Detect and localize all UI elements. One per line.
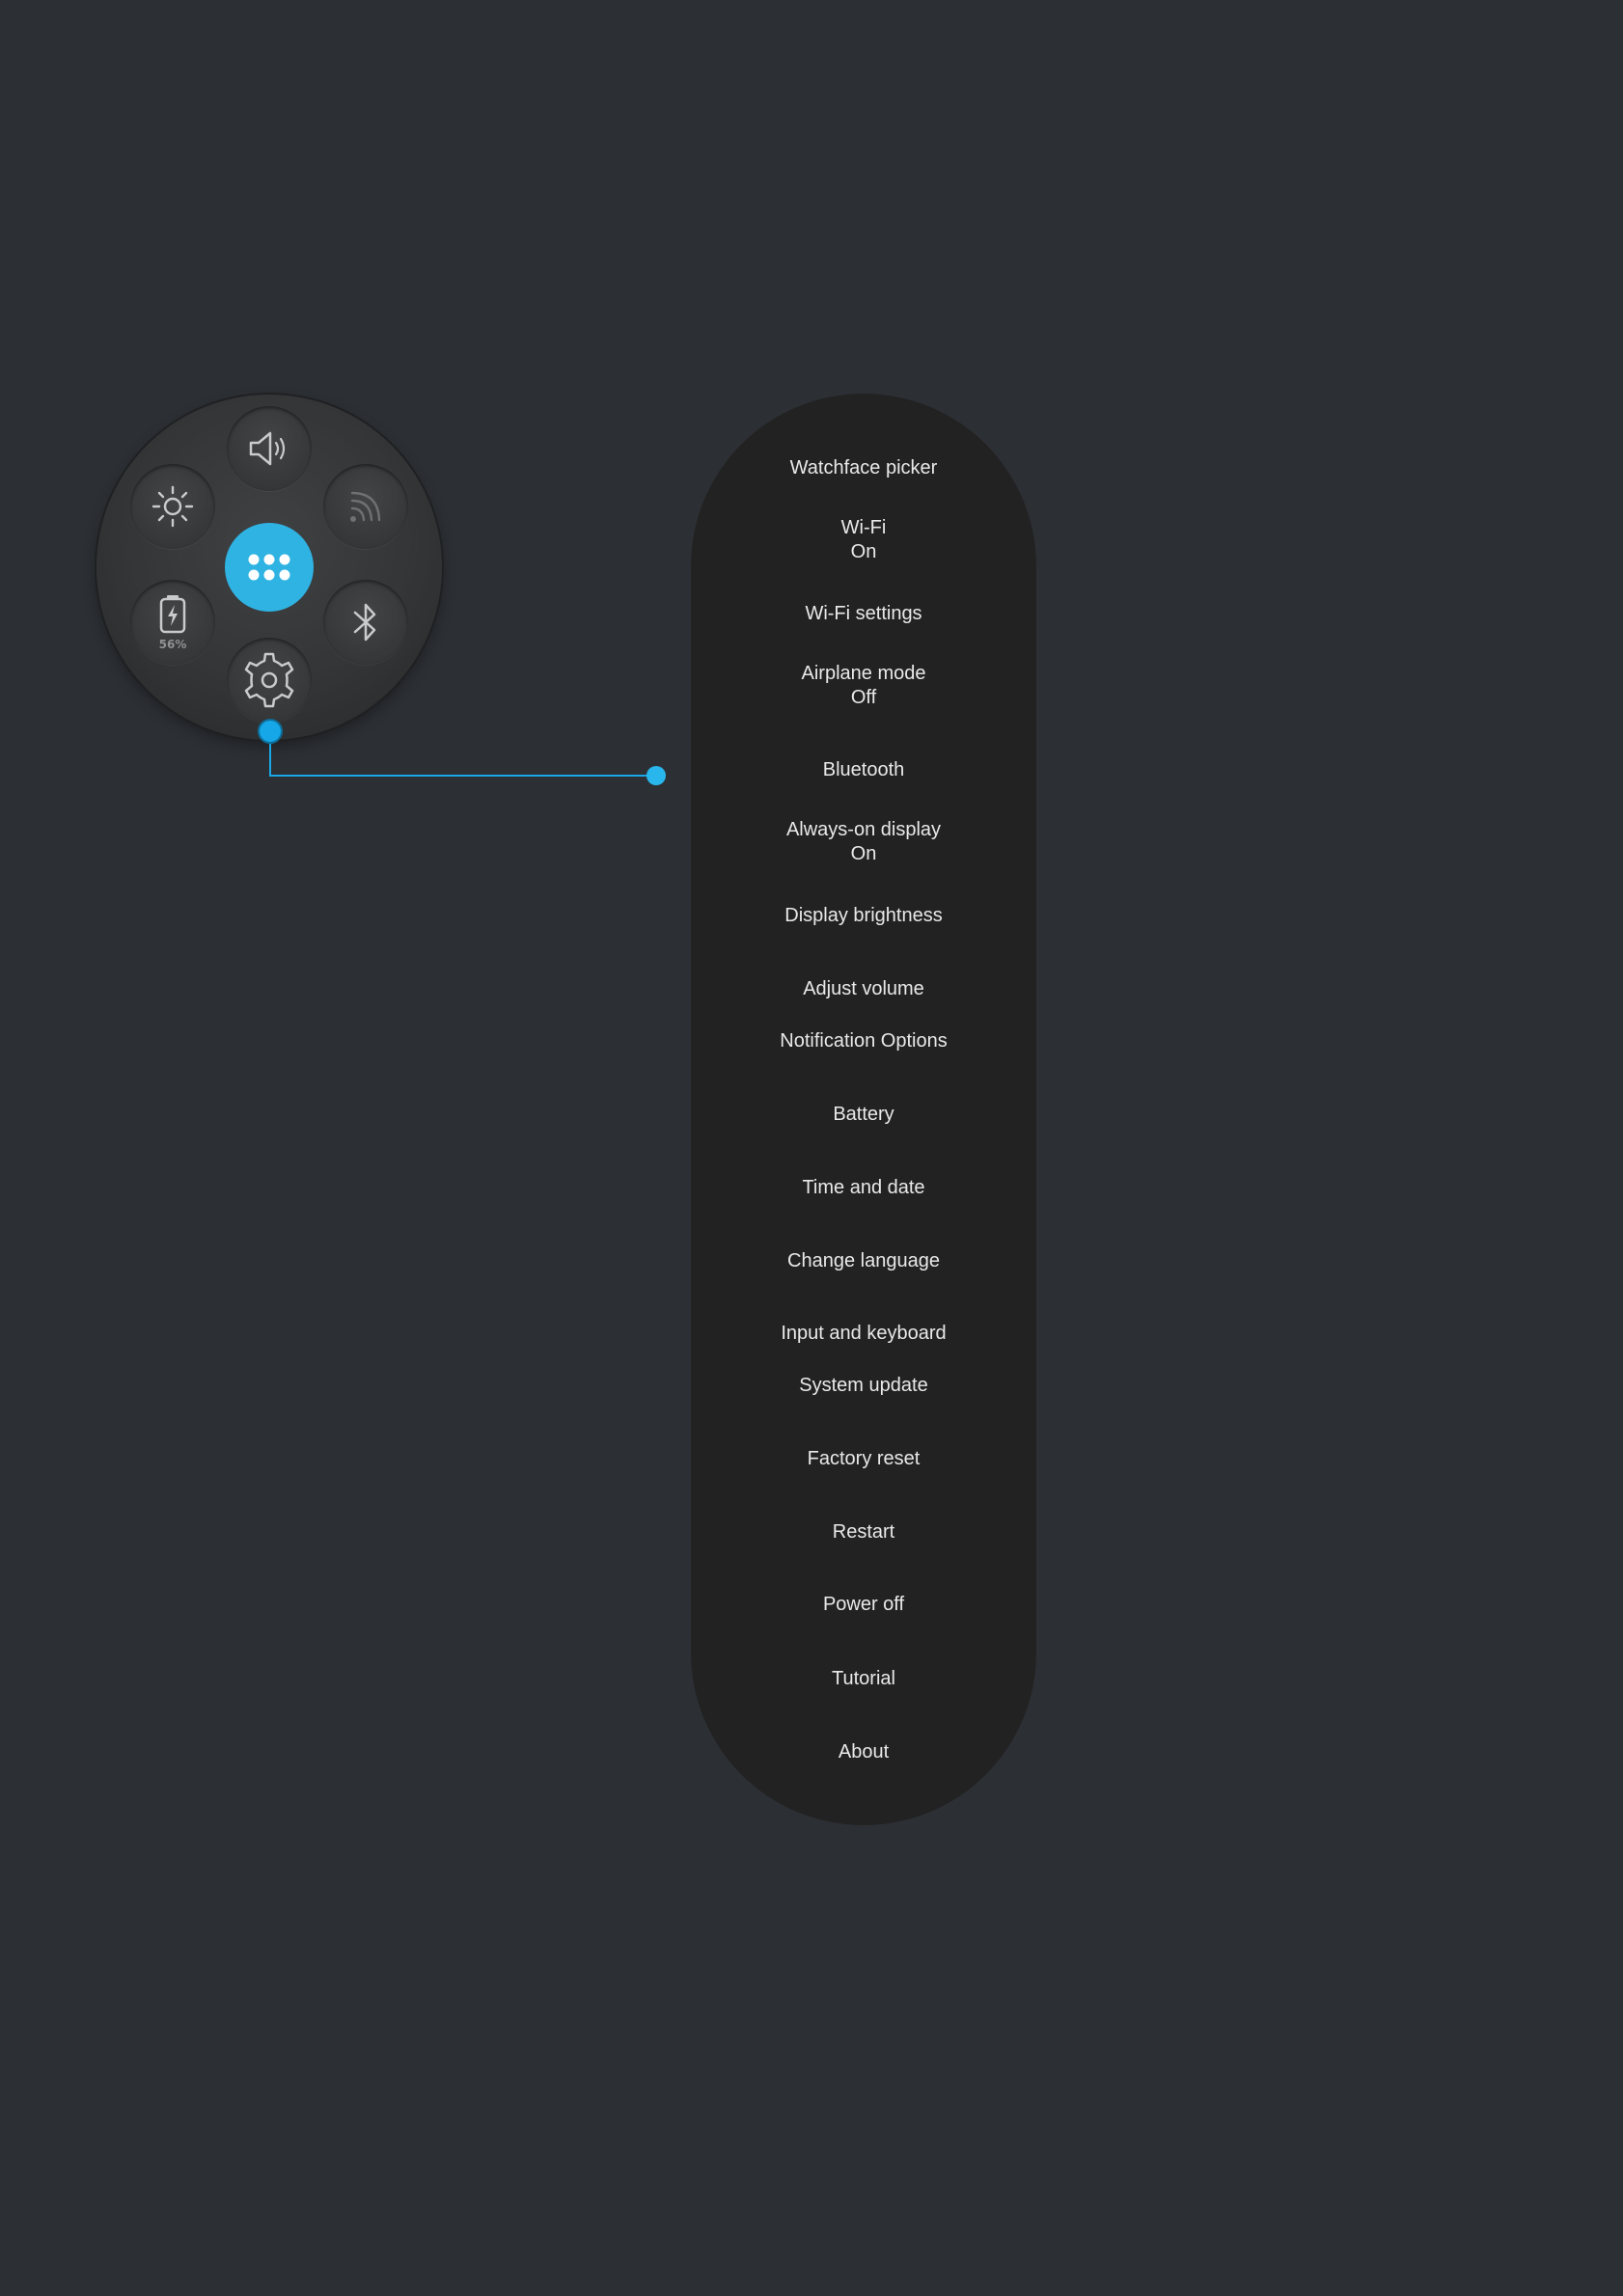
menu-item-label: Watchface picker xyxy=(789,457,938,478)
menu-item-label: Bluetooth xyxy=(822,759,905,780)
apps-button[interactable] xyxy=(225,523,314,612)
battery-button[interactable]: 56% xyxy=(130,580,215,665)
connector-line xyxy=(269,775,655,777)
menu-item-label: Adjust volume xyxy=(803,978,924,999)
menu-item-factory-reset[interactable]: Factory reset xyxy=(691,1447,1036,1471)
settings-icon xyxy=(244,652,294,708)
menu-item-label: Battery xyxy=(833,1104,894,1125)
menu-item-notification-options[interactable]: Notification Options xyxy=(691,1029,1036,1053)
menu-item-battery[interactable]: Battery xyxy=(691,1103,1036,1127)
menu-item-restart[interactable]: Restart xyxy=(691,1520,1036,1544)
menu-item-label: Time and date xyxy=(802,1177,925,1198)
bluetooth-icon xyxy=(353,603,376,642)
menu-item-adjust-volume[interactable]: Adjust volume xyxy=(691,977,1036,1001)
menu-item-wifi-settings[interactable]: Wi-Fi settings xyxy=(691,602,1036,626)
menu-item-label: Always-on display xyxy=(785,819,942,840)
quick-panel: 56% xyxy=(96,395,442,740)
brightness-icon xyxy=(151,485,194,528)
nfc-icon xyxy=(350,491,381,522)
volume-button[interactable] xyxy=(227,406,312,491)
bluetooth-button[interactable] xyxy=(323,580,408,665)
menu-item-label: Tutorial xyxy=(832,1668,895,1689)
menu-item-label: Restart xyxy=(832,1521,895,1543)
menu-item-system-update[interactable]: System update xyxy=(691,1374,1036,1398)
battery-icon xyxy=(159,595,186,634)
menu-item-time-and-date[interactable]: Time and date xyxy=(691,1176,1036,1200)
menu-item-status: On xyxy=(850,843,877,864)
brightness-button[interactable] xyxy=(130,464,215,549)
menu-item-status: Off xyxy=(850,687,877,708)
menu-item-label: Airplane mode xyxy=(801,663,926,684)
menu-item-tutorial[interactable]: Tutorial xyxy=(691,1667,1036,1691)
menu-item-label: Display brightness xyxy=(784,905,943,926)
menu-item-label: Power off xyxy=(822,1594,905,1615)
menu-item-label: About xyxy=(838,1741,890,1763)
menu-item-label: Wi-Fi xyxy=(840,517,887,538)
menu-item-display-brightness[interactable]: Display brightness xyxy=(691,904,1036,928)
menu-item-about[interactable]: About xyxy=(691,1740,1036,1764)
menu-item-change-language[interactable]: Change language xyxy=(691,1249,1036,1273)
menu-item-label: Change language xyxy=(787,1250,940,1271)
menu-item-label: Factory reset xyxy=(807,1448,921,1469)
menu-item-input-and-keyboard[interactable]: Input and keyboard xyxy=(691,1322,1036,1346)
settings-button[interactable] xyxy=(227,638,312,723)
battery-percent-label: 56% xyxy=(158,638,187,651)
menu-item-always-on-display[interactable]: Always-on display On xyxy=(691,818,1036,866)
nfc-button[interactable] xyxy=(323,464,408,549)
menu-item-power-off[interactable]: Power off xyxy=(691,1593,1036,1617)
menu-item-label: Input and keyboard xyxy=(781,1323,947,1344)
menu-item-bluetooth[interactable]: Bluetooth xyxy=(691,758,1036,782)
menu-item-status: On xyxy=(850,541,877,562)
apps-icon xyxy=(248,554,290,581)
menu-item-airplane-mode[interactable]: Airplane mode Off xyxy=(691,662,1036,710)
menu-item-watchface-picker[interactable]: Watchface picker xyxy=(691,456,1036,480)
settings-menu: Watchface picker Wi-Fi On Wi-Fi settings… xyxy=(691,394,1036,1825)
connector-start-dot xyxy=(258,719,283,744)
menu-item-label: Wi-Fi settings xyxy=(805,603,922,624)
menu-item-label: Notification Options xyxy=(780,1030,948,1052)
menu-item-label: System update xyxy=(799,1375,928,1396)
menu-item-wifi[interactable]: Wi-Fi On xyxy=(691,516,1036,564)
volume-icon xyxy=(249,431,286,466)
connector-end-dot xyxy=(646,766,666,785)
